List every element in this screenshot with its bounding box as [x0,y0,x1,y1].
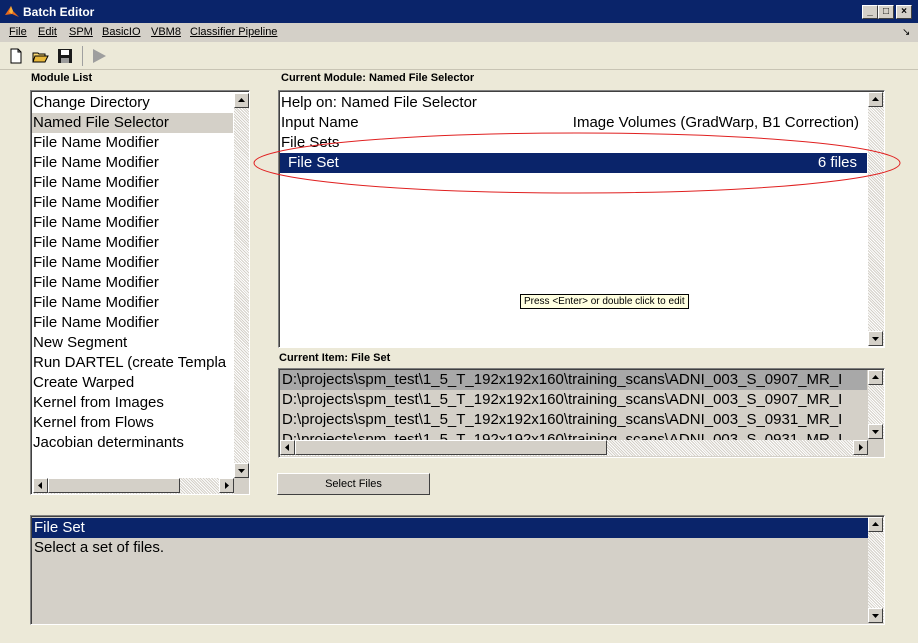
scroll-right-button[interactable] [853,440,868,455]
current-item-list[interactable]: D:\projects\spm_test\1_5_T_192x192x160\t… [278,368,885,458]
module-list-item[interactable]: File Name Modifier [32,313,233,333]
menu-file[interactable]: File [9,26,27,38]
scroll-up-button[interactable] [868,370,883,385]
help-panel: File Set Select a set of files. [30,515,885,625]
help-vscroll[interactable] [868,517,884,623]
module-list-item[interactable]: File Name Modifier [32,153,233,173]
scroll-up-button[interactable] [868,92,883,107]
maximize-button[interactable]: □ [878,5,894,19]
file-row[interactable]: D:\projects\spm_test\1_5_T_192x192x160\t… [280,370,867,390]
scroll-left-button[interactable] [280,440,295,455]
module-list-item[interactable]: File Name Modifier [32,293,233,313]
file-row[interactable]: D:\projects\spm_test\1_5_T_192x192x160\t… [282,410,842,430]
arrow-up-icon [872,97,879,101]
module-list-item[interactable]: File Name Modifier [32,173,233,193]
module-list-item[interactable]: Create Warped [32,373,233,393]
toolbar [0,42,918,70]
module-list-item[interactable]: File Name Modifier [32,133,233,153]
matlab-icon [5,6,19,17]
module-row-help[interactable]: Help on: Named File Selector [281,93,477,113]
menu-basicio[interactable]: BasicIO [102,26,141,38]
module-list-vscroll[interactable] [234,93,249,478]
module-list-item[interactable]: Change Directory [32,93,233,113]
module-list-item[interactable]: File Name Modifier [32,213,233,233]
minimize-button[interactable]: _ [862,5,878,19]
arrow-left-icon [38,482,42,489]
menu-spm[interactable]: SPM [69,26,93,38]
arrow-down-icon [872,337,879,341]
scroll-down-button[interactable] [868,608,883,623]
current-item-label: Current Item: File Set [279,352,391,364]
scroll-down-button[interactable] [868,424,883,439]
scroll-right-button[interactable] [219,478,234,493]
highlight-ellipse [253,132,901,194]
scroll-down-button[interactable] [868,331,883,346]
run-icon[interactable] [90,47,108,65]
module-list-hscroll[interactable] [33,478,234,494]
current-module-label: Current Module: Named File Selector [281,72,475,84]
dock-arrow-icon[interactable]: ↘ [902,27,910,38]
module-list[interactable]: Change Directory Named File Selector File … [30,90,250,495]
file-row[interactable]: D:\projects\spm_test\1_5_T_192x192x160\t… [282,430,842,440]
toolbar-separator [82,46,83,66]
module-list-item[interactable]: File Name Modifier [32,233,233,253]
help-title: File Set [32,518,870,538]
module-list-item[interactable]: Named File Selector [32,113,233,133]
hscroll-thumb[interactable] [295,440,607,455]
arrow-down-icon [872,430,879,434]
arrow-down-icon [872,614,879,618]
arrow-right-icon [859,444,863,451]
new-icon[interactable] [7,47,25,65]
scroll-up-button[interactable] [868,517,883,532]
file-row[interactable]: D:\projects\spm_test\1_5_T_192x192x160\t… [282,390,842,410]
arrow-right-icon [225,482,229,489]
scroll-left-button[interactable] [33,478,48,493]
arrow-up-icon [872,522,879,526]
arrow-up-icon [238,98,245,102]
save-icon[interactable] [56,47,74,65]
window-title: Batch Editor [23,5,95,19]
arrow-down-icon [238,469,245,473]
module-list-item[interactable]: File Name Modifier [32,253,233,273]
edit-tooltip: Press <Enter> or double click to edit [520,294,689,309]
module-list-item[interactable]: File Name Modifier [32,193,233,213]
current-module-list[interactable]: Help on: Named File Selector Input Name … [278,90,885,348]
module-list-item[interactable]: File Name Modifier [32,273,233,293]
module-list-item[interactable]: Jacobian determinants [32,433,233,453]
scroll-down-button[interactable] [234,463,249,478]
hscroll-thumb[interactable] [48,478,180,493]
module-list-item[interactable]: Kernel from Images [32,393,233,413]
help-text: Select a set of files. [34,539,165,556]
menu-bar: File Edit SPM BasicIO VBM8 Classifier Pi… [0,23,918,42]
module-list-item[interactable]: Run DARTEL (create Templa [32,353,233,373]
arrow-up-icon [872,375,879,379]
scroll-corner [234,478,249,494]
menu-classifier-pipeline[interactable]: Classifier Pipeline [190,26,277,38]
menu-edit[interactable]: Edit [38,26,57,38]
current-item-vscroll[interactable] [868,370,884,439]
scroll-up-button[interactable] [234,93,249,108]
close-button[interactable]: × [896,5,912,19]
title-bar: Batch Editor _ □ × [0,0,918,23]
current-item-hscroll[interactable] [280,440,868,456]
open-icon[interactable] [31,47,49,65]
module-list-item[interactable]: New Segment [32,333,233,353]
menu-vbm8[interactable]: VBM8 [151,26,181,38]
arrow-left-icon [285,444,289,451]
module-list-item[interactable]: Kernel from Flows [32,413,233,433]
module-list-label: Module List [31,72,93,84]
select-files-button[interactable]: Select Files [277,473,430,495]
